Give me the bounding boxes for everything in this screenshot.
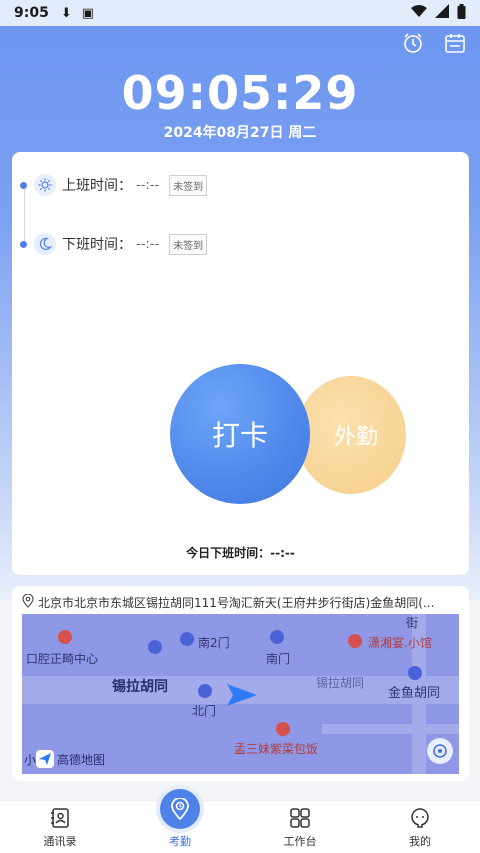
map-label-xiaoxiang: 潇湘宴.小馆 bbox=[368, 636, 432, 650]
restaurant-poi-icon[interactable] bbox=[348, 634, 362, 648]
map-label-xila: 锡拉胡同 bbox=[112, 679, 168, 695]
calendar-icon[interactable] bbox=[444, 32, 466, 54]
address-text: 北京市北京市东城区锡拉胡同111号淘汇新天(王府井步行街店)金鱼胡同(... bbox=[38, 596, 435, 610]
status-bar: 9:05 ⬇ ▣ bbox=[0, 0, 480, 26]
on-duty-row: 上班时间： --:-- 未签到 bbox=[20, 174, 208, 196]
relocate-button[interactable] bbox=[427, 738, 453, 764]
attendance-card: 上班时间： --:-- 未签到 下班时间： --:-- 未签到 外勤 打卡 今日… bbox=[12, 152, 469, 575]
map-label-nan2men: 南2门 bbox=[198, 636, 230, 650]
bottom-navigation: 通讯录 考勤 工作台 我的 bbox=[0, 789, 480, 853]
on-duty-label: 上班时间： bbox=[62, 178, 132, 194]
signal-icon bbox=[435, 4, 449, 22]
sun-icon bbox=[34, 174, 56, 196]
poi-icon[interactable] bbox=[198, 684, 212, 698]
nav-label: 考勤 bbox=[169, 835, 191, 848]
map-provider-logo: 小 高德地图 bbox=[24, 750, 105, 768]
timeline-dot bbox=[20, 181, 27, 189]
nav-label: 工作台 bbox=[283, 835, 317, 848]
poi-icon[interactable] bbox=[148, 640, 162, 654]
nav-item-profile[interactable]: 我的 bbox=[360, 801, 480, 853]
today-off-label: 今日下班时间： bbox=[186, 546, 271, 560]
map-label-xila-right: 锡拉胡同 bbox=[316, 676, 365, 690]
poi-icon[interactable] bbox=[180, 632, 194, 646]
nav-label: 通讯录 bbox=[43, 835, 77, 848]
alarm-clock-icon[interactable] bbox=[402, 32, 424, 54]
grid-icon bbox=[289, 807, 311, 829]
nav-label: 我的 bbox=[409, 835, 431, 848]
current-location-arrow-icon bbox=[227, 684, 257, 710]
dental-poi-icon[interactable] bbox=[58, 630, 72, 644]
location-card: 北京市北京市东城区锡拉胡同111号淘汇新天(王府井步行街店)金鱼胡同(... 口… bbox=[12, 586, 469, 781]
wifi-icon bbox=[411, 4, 427, 22]
status-time: 9:05 bbox=[14, 5, 49, 21]
restaurant-poi-icon[interactable] bbox=[276, 722, 290, 736]
attendance-location-icon bbox=[160, 789, 200, 829]
today-off-value: --:-- bbox=[270, 546, 295, 560]
address-row: 北京市北京市东城区锡拉胡同111号淘汇新天(王府井步行街店)金鱼胡同(... bbox=[22, 594, 459, 611]
poi-icon[interactable] bbox=[270, 630, 284, 644]
current-date: 2024年08月27日 周二 bbox=[163, 125, 317, 141]
today-off-time: 今日下班时间：--:-- bbox=[12, 544, 469, 561]
current-time: 09:05:29 bbox=[121, 66, 359, 120]
map-view[interactable]: 口腔正畸中心 南2门 南门 潇湘宴.小馆 街 锡拉胡同 锡拉胡同 金鱼胡同 北门… bbox=[22, 614, 459, 774]
map-label-beimen: 北门 bbox=[192, 704, 217, 718]
map-label-jieyu: 金鱼胡同 bbox=[388, 686, 441, 701]
map-road bbox=[322, 724, 459, 734]
punch-button[interactable]: 打卡 bbox=[170, 364, 310, 504]
download-icon: ⬇ bbox=[60, 5, 72, 21]
map-label-xiao: 小 bbox=[24, 752, 37, 767]
user-icon bbox=[409, 807, 431, 829]
map-label-mengsan: 孟三妹紫菜包饭 bbox=[234, 742, 319, 756]
map-provider-name: 高德地图 bbox=[57, 752, 106, 767]
off-duty-row: 下班时间： --:-- 未签到 bbox=[20, 233, 208, 255]
battery-icon bbox=[457, 3, 466, 23]
moon-icon bbox=[34, 233, 56, 255]
nav-item-contacts[interactable]: 通讯录 bbox=[0, 801, 120, 853]
nav-item-attendance[interactable]: 考勤 bbox=[120, 789, 240, 853]
off-duty-value: --:-- bbox=[136, 236, 160, 252]
contacts-icon bbox=[49, 807, 71, 829]
timeline-dot bbox=[20, 240, 27, 248]
header-actions bbox=[402, 32, 466, 54]
outwork-button[interactable]: 外勤 bbox=[296, 376, 406, 494]
map-label-nanmen: 南门 bbox=[266, 652, 291, 666]
map-label-kouqiang: 口腔正畸中心 bbox=[26, 652, 99, 666]
amap-logo-icon bbox=[36, 750, 55, 768]
metro-poi-icon[interactable] bbox=[408, 666, 422, 680]
on-duty-value: --:-- bbox=[136, 177, 160, 193]
app-notification-icon: ▣ bbox=[81, 5, 95, 21]
nav-item-workbench[interactable]: 工作台 bbox=[240, 801, 360, 853]
map-label-jie: 街 bbox=[406, 616, 419, 630]
off-duty-label: 下班时间： bbox=[62, 237, 132, 253]
on-duty-status-badge: 未签到 bbox=[169, 174, 208, 196]
location-pin-icon bbox=[22, 594, 34, 611]
off-duty-status-badge: 未签到 bbox=[169, 233, 208, 255]
